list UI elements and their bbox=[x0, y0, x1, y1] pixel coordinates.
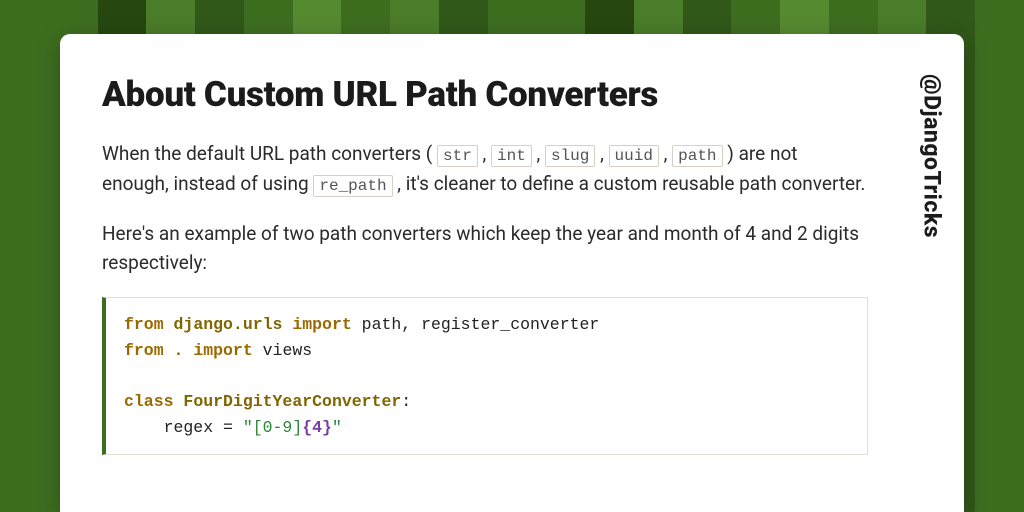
inline-code-slug: slug bbox=[545, 145, 595, 167]
code-string: " bbox=[332, 418, 342, 437]
para-text: , bbox=[659, 142, 672, 165]
sidebar: @DjangoTricks bbox=[900, 34, 964, 512]
code-namespace: . bbox=[164, 341, 194, 360]
inline-code-path: path bbox=[672, 145, 722, 167]
main-content: About Custom URL Path Converters When th… bbox=[60, 34, 900, 512]
para-text: When the default URL path converters ( bbox=[102, 142, 437, 165]
inline-code-str: str bbox=[437, 145, 478, 167]
inline-code-repath: re_path bbox=[313, 175, 392, 197]
code-text: : bbox=[401, 392, 411, 411]
code-keyword-import: import bbox=[193, 341, 252, 360]
inline-code-int: int bbox=[491, 145, 532, 167]
code-keyword-import: import bbox=[292, 315, 351, 334]
code-keyword-from: from bbox=[124, 341, 164, 360]
code-string: "[0-9] bbox=[243, 418, 302, 437]
code-text: path, register_converter bbox=[352, 315, 600, 334]
inline-code-uuid: uuid bbox=[609, 145, 659, 167]
intro-paragraph: When the default URL path converters ( s… bbox=[102, 139, 868, 199]
code-classname: FourDigitYearConverter bbox=[174, 392, 402, 411]
example-paragraph: Here's an example of two path converters… bbox=[102, 219, 868, 278]
code-text: regex = bbox=[124, 418, 243, 437]
content-card: About Custom URL Path Converters When th… bbox=[60, 34, 964, 512]
code-keyword-from: from bbox=[124, 315, 164, 334]
page-title: About Custom URL Path Converters bbox=[102, 74, 868, 115]
code-namespace: django.urls bbox=[164, 315, 293, 334]
code-block: from django.urls import path, register_c… bbox=[102, 297, 868, 455]
code-keyword-class: class bbox=[124, 392, 174, 411]
code-text: views bbox=[253, 341, 312, 360]
para-text: , bbox=[478, 142, 491, 165]
para-text: , it's cleaner to define a custom reusab… bbox=[393, 172, 866, 195]
para-text: , bbox=[532, 142, 545, 165]
code-brace: {4} bbox=[302, 418, 332, 437]
twitter-handle: @DjangoTricks bbox=[919, 74, 946, 238]
para-text: , bbox=[595, 142, 608, 165]
